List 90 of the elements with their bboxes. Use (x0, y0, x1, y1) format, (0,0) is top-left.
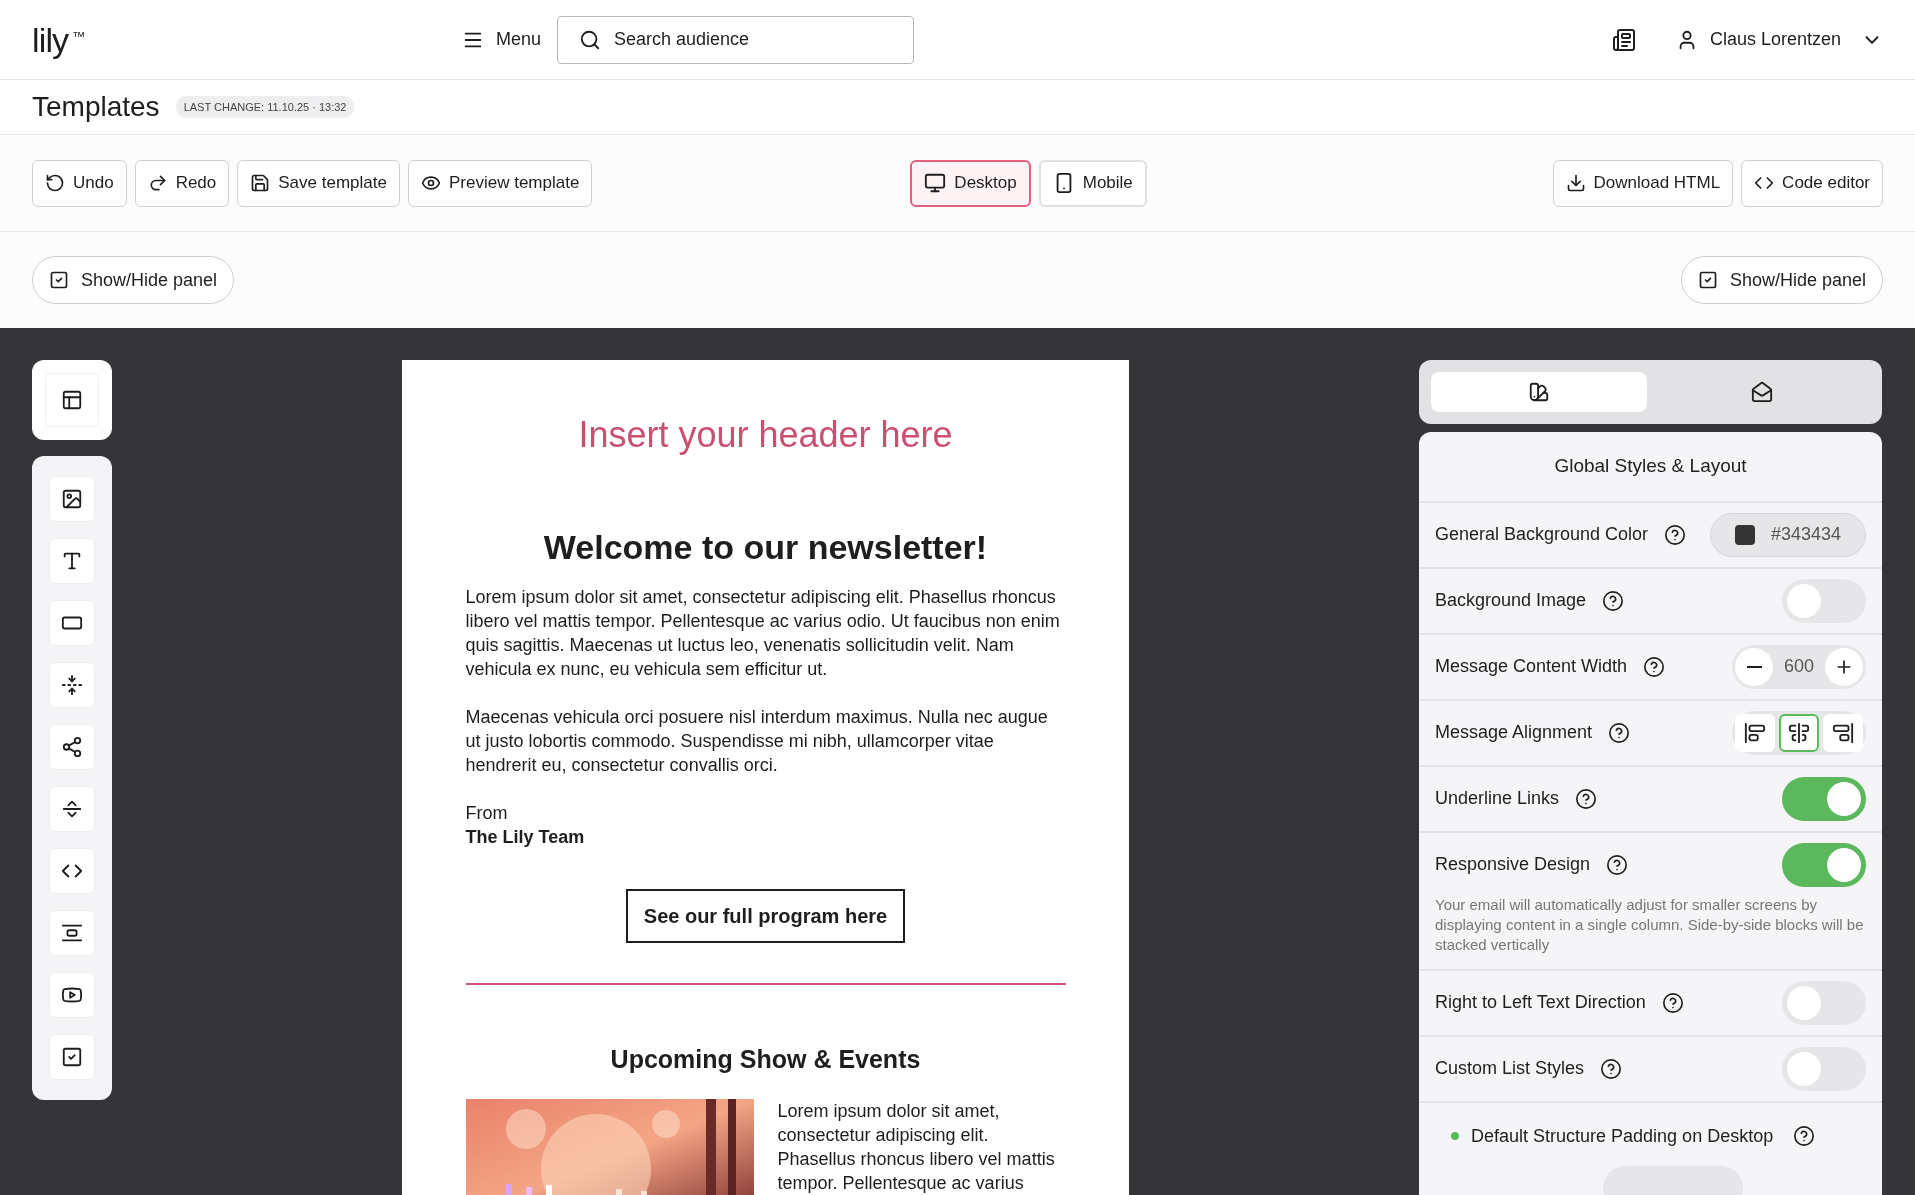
undo-icon (45, 173, 65, 193)
setting-label: Background Image (1435, 589, 1587, 612)
search-field[interactable]: Search audience (557, 15, 915, 64)
toggle-switch[interactable] (1782, 842, 1866, 887)
block-tool[interactable] (49, 662, 95, 708)
setting-label: Custom List Styles (1435, 1057, 1585, 1080)
download-icon (1565, 173, 1586, 193)
setting-label: Responsive Design (1435, 853, 1591, 876)
monitor-icon (924, 172, 947, 194)
setting-label: Underline Links (1435, 787, 1560, 810)
panel-title: Global Styles & Layout (1419, 432, 1882, 503)
toolbar-button[interactable]: Preview template (407, 159, 593, 207)
setting-label: Right to Left Text Direction (1435, 991, 1646, 1014)
spacer-icon (61, 674, 83, 696)
logo[interactable]: lily (32, 22, 69, 57)
image-icon (61, 488, 83, 510)
signature: The Lily Team (465, 826, 586, 849)
block-tool[interactable] (49, 538, 95, 584)
toolbar-button[interactable]: Undo (32, 159, 127, 207)
align-left-icon (1744, 721, 1766, 744)
email-title: Welcome to our newsletter! (543, 527, 988, 568)
width-value: 600 (1782, 655, 1815, 678)
divider-icon (61, 798, 83, 820)
color-field[interactable]: #343434 (1709, 512, 1866, 557)
envelope-icon (1751, 381, 1774, 403)
swatch-icon (1527, 381, 1550, 403)
layout-icon (61, 389, 83, 411)
checkbox-icon (1697, 270, 1718, 290)
show-hide-panel-button[interactable]: Show/Hide panel (32, 256, 235, 304)
help-icon (1602, 589, 1625, 612)
toolbar-button[interactable]: Redo (134, 159, 230, 207)
help-icon (1600, 1057, 1623, 1080)
view-tab[interactable]: Desktop (910, 159, 1031, 207)
color-value: #343434 (1770, 523, 1841, 546)
last-change-badge: LAST CHANGE: 11.10.25 · 13:32 (175, 95, 355, 119)
view-tab[interactable]: Mobile (1038, 159, 1147, 207)
checkbox-icon (49, 270, 69, 290)
section-title: Upcoming Show & Events (610, 1044, 921, 1075)
help-icon (1608, 721, 1631, 744)
align-center-icon (1788, 721, 1810, 744)
newspaper-icon[interactable] (1611, 27, 1636, 52)
toggle-switch[interactable] (1782, 1046, 1866, 1091)
event-text: Lorem ipsum dolor sit amet, consectetur adipiscing elit. Phasellus rhoncus libero vel mattis tempor. Pellentesque ac varius (777, 1099, 1056, 1195)
text-icon (61, 550, 83, 572)
toolbar-button[interactable]: Save template (237, 159, 400, 207)
email-header: Insert your header here (578, 413, 953, 457)
block-tool[interactable] (49, 786, 95, 832)
toggle-switch[interactable] (1782, 578, 1866, 623)
block-tool[interactable] (49, 600, 95, 646)
checkbox-icon (61, 1046, 83, 1068)
setting-description: Your email will automatically adjust for smaller screens by displaying content in a single column. Side-by-side blocks will be stacked vertically (1435, 894, 1865, 955)
toolbar-button[interactable]: Download HTML (1552, 159, 1734, 207)
toggle-switch[interactable] (1782, 980, 1866, 1025)
align-right-icon (1832, 721, 1854, 744)
help-icon (1575, 787, 1598, 810)
help-icon (1661, 991, 1684, 1014)
setting-label: General Background Color (1435, 523, 1649, 546)
block-tool[interactable] (49, 724, 95, 770)
block-tool[interactable] (49, 476, 95, 522)
setting-label: Message Alignment (1435, 721, 1593, 744)
menu-button[interactable]: Menu (462, 26, 542, 53)
toggle-switch[interactable] (1782, 776, 1866, 821)
setting-label: Message Content Width (1435, 655, 1628, 678)
help-icon (1643, 655, 1666, 678)
setting-label: Default Structure Padding on Desktop (1471, 1124, 1774, 1148)
search-icon (579, 28, 602, 51)
user-menu[interactable]: Claus Lorentzen (1675, 26, 1883, 53)
from-label: From (465, 802, 509, 825)
email-paragraph: Lorem ipsum dolor sit amet, consectetur adipiscing elit. Phasellus rhoncus libero vel mattis tempor. Pellentesque ac varius odio. Ut faucibus non enim quis sagittis. Maecenas ut luctus leo, venenatis sollicitudin velit. Nam vehicula ex nunc, eu vehicula sem efficitur ut. (465, 586, 1061, 681)
minus-icon (1746, 665, 1762, 668)
help-icon (1664, 523, 1687, 546)
alignment-option[interactable] (1779, 713, 1819, 752)
email-paragraph: Maecenas vehicula orci posuere nisl interdum maximus. Nulla nec augue ut justo lobortis commodo. Suspendisse mi nibh, ullamcorper vitae hendrerit eu, consectetur convallis orci. (465, 706, 1049, 777)
layout-tool[interactable] (45, 373, 99, 427)
help-icon (1793, 1125, 1816, 1147)
trademark-mark: ™ (72, 27, 86, 46)
block-tool[interactable] (49, 848, 95, 894)
share-icon (61, 736, 83, 758)
program-button[interactable]: See our full program here (625, 889, 906, 943)
block-tool[interactable] (49, 1034, 95, 1080)
increase-button[interactable] (1825, 647, 1863, 686)
block-icon (61, 922, 83, 944)
save-icon (250, 173, 271, 193)
block-tool[interactable] (49, 910, 95, 956)
toolbar-button[interactable]: Code editor (1741, 159, 1883, 207)
eye-icon (420, 173, 441, 193)
show-hide-panel-button[interactable]: Show/Hide panel (1680, 256, 1883, 304)
block-tool[interactable] (49, 972, 95, 1018)
help-icon (1606, 853, 1629, 876)
page-title: Templates (32, 90, 160, 124)
